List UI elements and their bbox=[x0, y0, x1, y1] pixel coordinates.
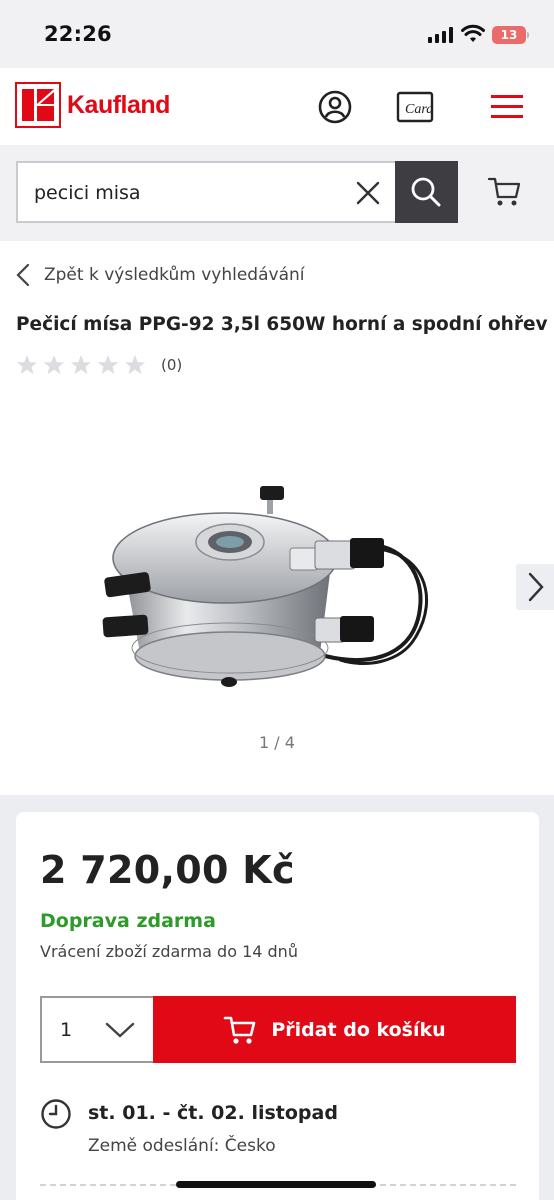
next-image-button[interactable] bbox=[516, 564, 554, 610]
clear-icon[interactable] bbox=[355, 180, 381, 206]
logo-mark bbox=[15, 82, 61, 128]
gallery-pager: 1 / 4 bbox=[259, 733, 295, 752]
star-icon bbox=[70, 354, 92, 375]
cart-icon bbox=[224, 1016, 256, 1044]
card-label: Card bbox=[405, 102, 434, 117]
buy-box-card: 2 720,00 Kč Doprava zdarma Vrácení zboží… bbox=[16, 812, 539, 1200]
status-bar: 22:26 13 bbox=[0, 0, 554, 68]
cart-icon[interactable] bbox=[486, 173, 522, 209]
site-header: Kaufland Card bbox=[0, 68, 554, 145]
account-icon[interactable] bbox=[318, 90, 352, 124]
battery-indicator: 13 bbox=[492, 26, 526, 44]
add-to-cart-label: Přidat do košíku bbox=[271, 1018, 446, 1041]
search-button[interactable] bbox=[395, 161, 458, 223]
star-icon bbox=[43, 354, 65, 375]
back-chevron-icon bbox=[16, 263, 30, 287]
back-label: Zpět k výsledkům vyhledávání bbox=[44, 265, 305, 285]
clock-icon bbox=[41, 1099, 71, 1129]
star-icon bbox=[97, 354, 119, 375]
wifi-icon bbox=[461, 24, 485, 42]
status-time: 22:26 bbox=[44, 22, 112, 46]
rating-count: (0) bbox=[161, 356, 183, 374]
search-input[interactable]: pecici misa bbox=[16, 161, 395, 223]
cellular-signal-icon bbox=[428, 27, 454, 43]
star-icon bbox=[16, 354, 38, 375]
star-icon bbox=[124, 354, 146, 375]
product-image bbox=[102, 486, 429, 687]
add-to-cart-button[interactable]: Přidat do košíku bbox=[153, 996, 516, 1063]
product-price: 2 720,00 Kč bbox=[40, 848, 295, 892]
next-arrow-icon bbox=[528, 572, 544, 602]
home-indicator bbox=[176, 1181, 376, 1188]
battery-tip bbox=[527, 32, 529, 38]
quantity-select[interactable]: 1 bbox=[40, 996, 153, 1063]
search-query[interactable]: pecici misa bbox=[34, 182, 141, 204]
shipping-origin: Země odeslání: Česko bbox=[88, 1136, 276, 1156]
free-shipping-label: Doprava zdarma bbox=[40, 910, 216, 932]
search-icon bbox=[411, 177, 441, 207]
returns-info: Vrácení zboží zdarma do 14 dnů bbox=[40, 942, 298, 961]
back-to-results-link[interactable]: Zpět k výsledkům vyhledávání bbox=[16, 262, 305, 288]
menu-icon[interactable] bbox=[490, 93, 524, 121]
product-title: Pečicí mísa PPG-92 3,5l 650W horní a spo… bbox=[16, 314, 548, 335]
buy-box-section: 2 720,00 Kč Doprava zdarma Vrácení zboží… bbox=[0, 795, 554, 1200]
search-bar: pecici misa bbox=[0, 145, 554, 241]
chevron-down-icon bbox=[105, 1022, 135, 1038]
product-gallery[interactable]: 1 / 4 bbox=[0, 400, 554, 795]
card-icon[interactable]: Card bbox=[396, 89, 440, 125]
delivery-date: st. 01. - čt. 02. listopad bbox=[88, 1102, 338, 1124]
brand-name: Kaufland bbox=[67, 91, 170, 119]
product-rating[interactable]: (0) bbox=[16, 354, 182, 376]
kaufland-logo[interactable]: Kaufland bbox=[15, 82, 183, 128]
quantity-value: 1 bbox=[60, 1019, 73, 1041]
